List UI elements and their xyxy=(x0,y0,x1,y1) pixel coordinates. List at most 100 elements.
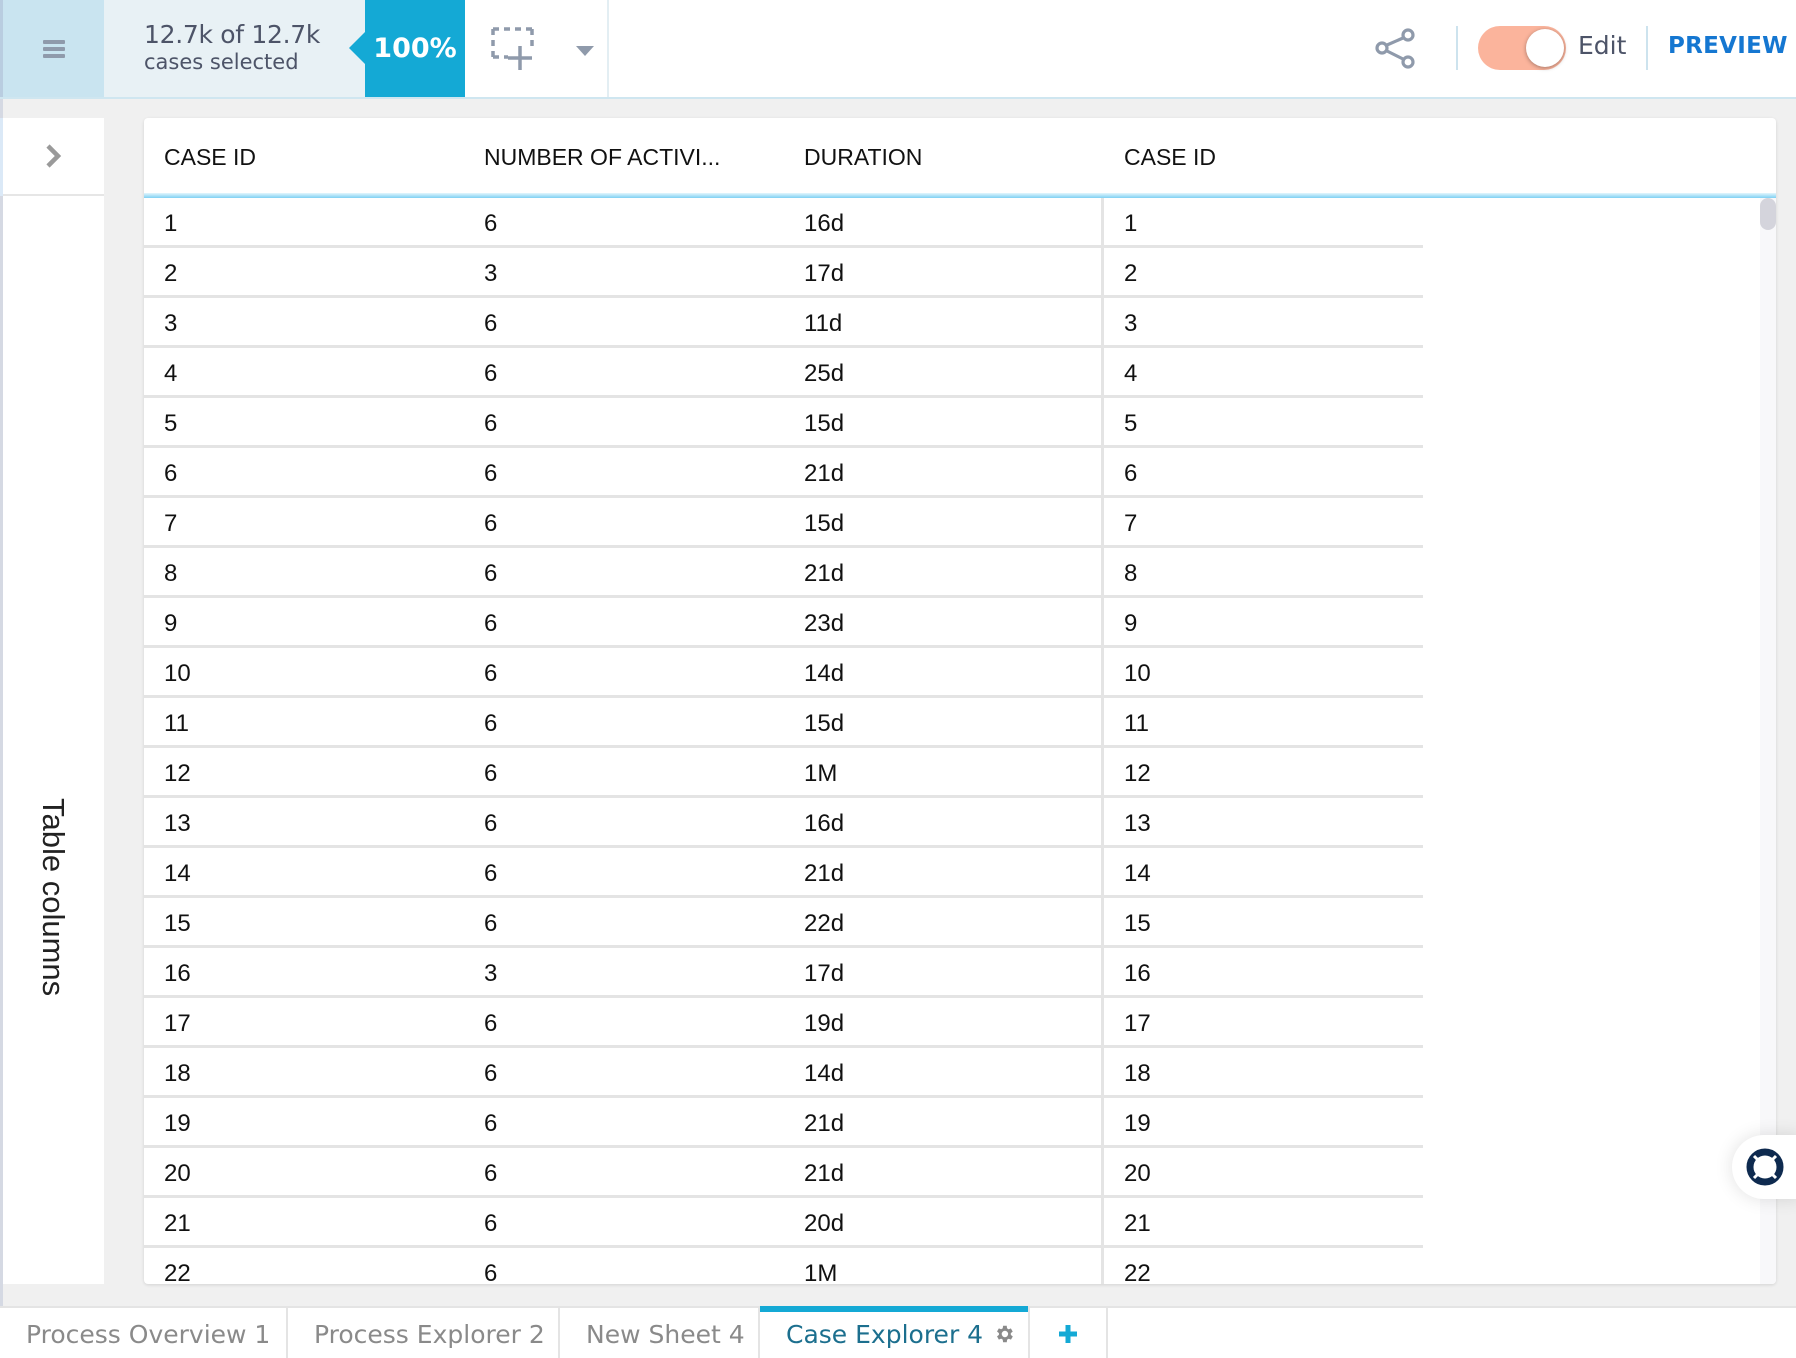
tab-case-explorer-4[interactable]: Case Explorer 4 xyxy=(760,1306,1030,1358)
table-row[interactable]: 16 3 17d 16 xyxy=(144,948,1423,998)
edit-label: Edit xyxy=(1578,31,1627,60)
toolbar-divider xyxy=(607,0,609,97)
table-cell: 15d xyxy=(804,710,845,737)
toolbar-divider xyxy=(1646,26,1648,70)
table-row[interactable]: 19 6 21d 19 xyxy=(144,1098,1423,1148)
help-button[interactable] xyxy=(1732,1135,1796,1199)
table-cell: 6 xyxy=(484,710,498,737)
table-header: CASE ID NUMBER OF ACTIVI... DURATION CAS… xyxy=(144,118,1776,198)
add-sheet-button[interactable] xyxy=(1030,1308,1108,1358)
table-row[interactable]: 14 6 21d 14 xyxy=(144,848,1423,898)
table-row[interactable]: 18 6 14d 18 xyxy=(144,1048,1423,1098)
table-row[interactable]: 6 6 21d 6 xyxy=(144,448,1423,498)
column-header-duration[interactable]: DURATION xyxy=(804,144,922,171)
table-cell: 3 xyxy=(484,960,498,987)
table-cell: 2 xyxy=(1124,260,1138,287)
share-button[interactable] xyxy=(1372,24,1420,72)
table-cell: 16 xyxy=(164,960,191,987)
table-cell: 9 xyxy=(1124,610,1138,637)
column-header-number-of-activities[interactable]: NUMBER OF ACTIVI... xyxy=(484,144,720,171)
table-row[interactable]: 20 6 21d 20 xyxy=(144,1148,1423,1198)
table-cell: 21d xyxy=(804,1110,845,1137)
table-cell: 6 xyxy=(1124,460,1138,487)
table-cell: 19d xyxy=(804,1010,845,1037)
preview-button[interactable]: PREVIEW xyxy=(1668,33,1788,59)
table-cell: 7 xyxy=(164,510,178,537)
table-cell: 6 xyxy=(484,660,498,687)
scrollbar-thumb[interactable] xyxy=(1760,198,1776,230)
top-toolbar: 12.7k of 12.7k cases selected 100% Edit … xyxy=(0,0,1796,99)
table-row[interactable]: 12 6 1M 12 xyxy=(144,748,1423,798)
table-cell: 17 xyxy=(1124,1010,1151,1037)
table-row[interactable]: 1 6 16d 1 xyxy=(144,198,1423,248)
table-cell: 6 xyxy=(484,460,498,487)
share-icon xyxy=(1375,28,1415,69)
expand-panel-button[interactable] xyxy=(0,118,104,196)
edit-mode-toggle[interactable] xyxy=(1478,26,1566,70)
table-cell: 9 xyxy=(164,610,178,637)
table-cell: 4 xyxy=(164,360,178,387)
table-columns-label[interactable]: Table columns xyxy=(35,798,71,996)
table-row[interactable]: 5 6 15d 5 xyxy=(144,398,1423,448)
table-cell: 6 xyxy=(484,810,498,837)
menu-button[interactable] xyxy=(0,0,104,97)
column-header-case-id-2[interactable]: CASE ID xyxy=(1124,144,1216,171)
table-cell: 22d xyxy=(804,910,845,937)
table-cell: 6 xyxy=(484,410,498,437)
table-cell: 21 xyxy=(1124,1210,1151,1237)
table-row[interactable]: 8 6 21d 8 xyxy=(144,548,1423,598)
table-row[interactable]: 11 6 15d 11 xyxy=(144,698,1423,748)
table-row[interactable]: 7 6 15d 7 xyxy=(144,498,1423,548)
table-cell: 11 xyxy=(1124,710,1149,737)
table-row[interactable]: 10 6 14d 10 xyxy=(144,648,1423,698)
table-cell: 6 xyxy=(164,460,178,487)
hamburger-menu-icon xyxy=(42,39,65,58)
add-selection-button[interactable] xyxy=(490,26,536,72)
selection-dropdown-button[interactable] xyxy=(573,40,597,60)
table-cell: 20d xyxy=(804,1210,845,1237)
toggle-knob xyxy=(1526,29,1564,67)
table-cell: 1M xyxy=(804,1260,838,1284)
table-cell: 3 xyxy=(164,310,178,337)
table-cell: 15 xyxy=(1124,910,1151,937)
table-cell: 6 xyxy=(484,1010,498,1037)
table-columns-panel: Table columns xyxy=(0,118,104,1284)
table-cell: 18 xyxy=(164,1060,191,1087)
table-row[interactable]: 21 6 20d 21 xyxy=(144,1198,1423,1248)
table-cell: 11d xyxy=(804,310,843,337)
table-cell: 6 xyxy=(484,560,498,587)
gear-icon[interactable] xyxy=(993,1323,1015,1345)
table-row[interactable]: 22 6 1M 22 xyxy=(144,1248,1423,1284)
sheet-tabs: Process Overview 1 Process Explorer 2 Ne… xyxy=(0,1306,1796,1358)
tab-label: Case Explorer 4 xyxy=(786,1319,984,1349)
table-cell: 25d xyxy=(804,360,845,387)
table-row[interactable]: 2 3 17d 2 xyxy=(144,248,1423,298)
table-cell: 22 xyxy=(164,1260,191,1284)
table-cell: 6 xyxy=(484,860,498,887)
tab-label: Process Overview 1 xyxy=(26,1319,271,1349)
table-row[interactable]: 3 6 11d 3 xyxy=(144,298,1423,348)
toolbar-divider xyxy=(1456,26,1458,70)
table-row[interactable]: 17 6 19d 17 xyxy=(144,998,1423,1048)
table-cell: 16d xyxy=(804,210,845,237)
table-row[interactable]: 4 6 25d 4 xyxy=(144,348,1423,398)
tab-process-explorer-2[interactable]: Process Explorer 2 xyxy=(288,1308,560,1358)
table-cell: 4 xyxy=(1124,360,1138,387)
vertical-scrollbar[interactable] xyxy=(1760,198,1776,1284)
table-cell: 19 xyxy=(164,1110,191,1137)
table-cell: 13 xyxy=(164,810,191,837)
tab-new-sheet-4[interactable]: New Sheet 4 xyxy=(560,1308,760,1358)
lifebuoy-icon xyxy=(1746,1148,1784,1186)
table-row[interactable]: 13 6 16d 13 xyxy=(144,798,1423,848)
selection-count: 12.7k of 12.7k xyxy=(144,20,321,49)
table-cell: 7 xyxy=(1124,510,1138,537)
table-row[interactable]: 15 6 22d 15 xyxy=(144,898,1423,948)
tab-process-overview-1[interactable]: Process Overview 1 xyxy=(0,1308,288,1358)
plus-icon xyxy=(1059,1325,1077,1343)
column-divider[interactable] xyxy=(1101,198,1104,1284)
column-header-case-id[interactable]: CASE ID xyxy=(164,144,256,171)
table-row[interactable]: 9 6 23d 9 xyxy=(144,598,1423,648)
table-cell: 15 xyxy=(164,910,191,937)
tab-label: New Sheet 4 xyxy=(586,1319,745,1349)
table-cell: 1M xyxy=(804,760,838,787)
